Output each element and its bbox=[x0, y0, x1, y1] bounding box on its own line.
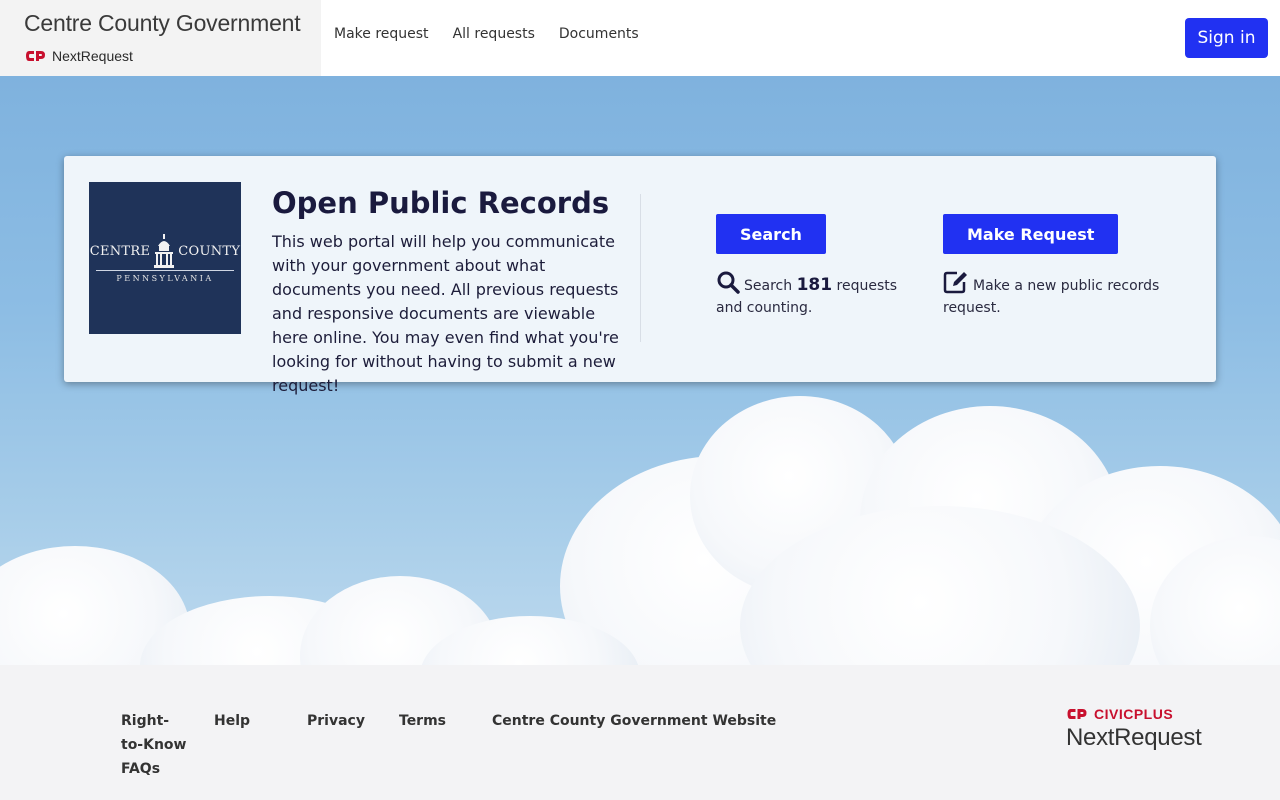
main-nav: Make request All requests Documents bbox=[334, 26, 639, 42]
nextrequest-label: NextRequest bbox=[52, 48, 133, 64]
nextrequest-logo-icon bbox=[26, 51, 45, 61]
brand[interactable]: Centre County Government NextRequest bbox=[0, 0, 321, 76]
search-icon bbox=[717, 271, 740, 294]
footer-link-help[interactable]: Help bbox=[214, 709, 250, 733]
top-navbar: Centre County Government NextRequest Mak… bbox=[0, 0, 1280, 76]
county-seal-logo: CENTRE COUNTY PENNSYLVANIA bbox=[89, 182, 241, 334]
search-info-prefix: Search bbox=[744, 278, 793, 294]
sign-in-button[interactable]: Sign in bbox=[1185, 18, 1268, 58]
seal-divider bbox=[96, 269, 234, 271]
search-info: Search 181 requests and counting. bbox=[716, 270, 906, 319]
footer-link-privacy[interactable]: Privacy bbox=[307, 709, 365, 733]
civicplus-logo[interactable]: CIVICPLUS NextRequest bbox=[1066, 706, 1202, 752]
page-title: Open Public Records bbox=[272, 186, 610, 220]
seal-word-left: CENTRE bbox=[89, 244, 151, 259]
seal-word-right: COUNTY bbox=[178, 244, 241, 259]
footer-link-right-to-know-faqs[interactable]: Right-to-Know FAQs bbox=[121, 709, 191, 781]
search-action: Search Search 181 requests and counting. bbox=[716, 214, 906, 319]
make-request-button[interactable]: Make Request bbox=[943, 214, 1119, 254]
footer: Right-to-Know FAQs Help Privacy Terms Ce… bbox=[0, 665, 1280, 800]
make-request-info: Make a new public records request. bbox=[943, 270, 1173, 319]
courthouse-icon bbox=[154, 233, 175, 268]
portal-description: This web portal will help you communicat… bbox=[272, 232, 619, 395]
brand-title[interactable]: Centre County Government bbox=[24, 10, 301, 37]
nav-documents[interactable]: Documents bbox=[559, 26, 639, 42]
civicplus-logo-icon bbox=[1067, 709, 1087, 719]
make-request-text: Make a new public records request. bbox=[943, 278, 1160, 316]
footer-link-county-website[interactable]: Centre County Government Website bbox=[492, 709, 776, 733]
open-records-card: CENTRE COUNTY PENNSYLVANIA Open Public R… bbox=[64, 156, 1216, 395]
edit-icon bbox=[943, 271, 967, 294]
request-count: 181 bbox=[796, 275, 833, 295]
footer-nextrequest-label: NextRequest bbox=[1066, 724, 1202, 751]
nav-all-requests[interactable]: All requests bbox=[453, 26, 535, 42]
search-button[interactable]: Search bbox=[716, 214, 826, 254]
nextrequest-logo: NextRequest bbox=[25, 48, 133, 64]
footer-link-terms[interactable]: Terms bbox=[399, 709, 446, 733]
nav-make-request[interactable]: Make request bbox=[334, 26, 429, 42]
make-request-action: Make Request Make a new public records r… bbox=[943, 214, 1173, 319]
card-divider bbox=[640, 194, 641, 342]
seal-subtitle: PENNSYLVANIA bbox=[116, 273, 214, 283]
civicplus-label: CIVICPLUS bbox=[1094, 706, 1174, 722]
